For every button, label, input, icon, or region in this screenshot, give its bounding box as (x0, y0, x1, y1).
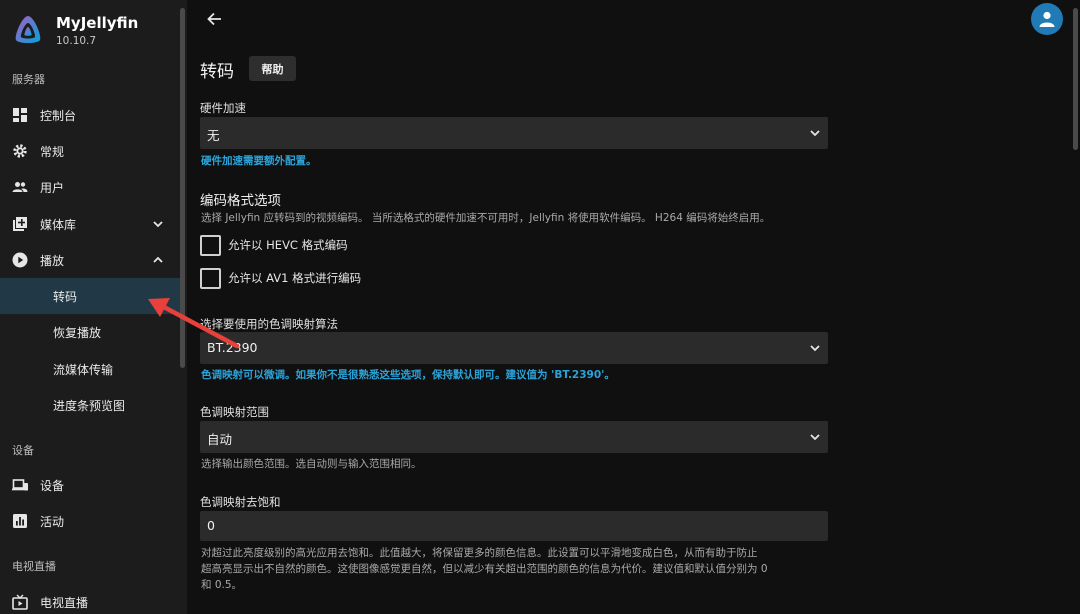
person-icon (1039, 11, 1055, 27)
hw-accel-value: 无 (207, 128, 220, 143)
app-name: MyJellyfin (56, 14, 139, 32)
tonemap-desat-value: 0 (207, 518, 215, 533)
tonemap-desat-note-line2: 超高亮显示出不自然的颜色。这使图像感觉更自然，但以减少有关超出范围的颜色的信息为… (201, 563, 768, 575)
sidebar-item-label: 媒体库 (40, 217, 77, 232)
play-circle-icon (12, 252, 28, 268)
sidebar-item-users[interactable]: 用户 (0, 169, 180, 205)
app-version: 10.10.7 (56, 35, 97, 47)
chevron-down-icon (810, 434, 820, 441)
tonemap-algo-select[interactable]: BT.2390 (200, 332, 828, 364)
user-avatar-button[interactable] (1031, 3, 1063, 35)
hevc-checkbox[interactable] (200, 234, 221, 256)
live-tv-icon (12, 594, 28, 610)
sidebar-subitem-label: 转码 (53, 289, 78, 304)
sidebar-subitem-label: 恢复播放 (53, 325, 102, 340)
hevc-checkbox-label: 允许以 HEVC 格式编码 (228, 238, 348, 252)
analytics-icon (12, 513, 28, 529)
chevron-down-icon (810, 345, 820, 352)
annotation-arrow-icon (148, 298, 240, 349)
sidebar-item-label: 电视直播 (40, 595, 89, 610)
sidebar-item-playback[interactable]: 播放 (0, 242, 180, 278)
help-button[interactable]: 帮助 (249, 56, 296, 81)
brand[interactable]: MyJellyfin 10.10.7 (12, 14, 182, 48)
jellyfin-logo-icon (15, 16, 41, 43)
hw-accel-select[interactable]: 无 (200, 117, 828, 149)
library-add-icon (12, 216, 28, 232)
sidebar-item-label: 控制台 (40, 108, 77, 123)
hevc-checkbox-row[interactable]: 允许以 HEVC 格式编码 (200, 234, 348, 256)
encoding-section-title: 编码格式选项 (200, 193, 281, 209)
section-server: 服务器 (12, 73, 45, 86)
sidebar-item-label: 活动 (40, 514, 65, 529)
hw-accel-label: 硬件加速 (200, 101, 246, 115)
section-live-tv: 电视直播 (12, 560, 56, 573)
devices-icon (12, 477, 28, 493)
chevron-up-icon (153, 256, 163, 263)
tonemap-desat-note-line3: 和 0.5。 (201, 579, 243, 591)
tonemap-algo-note: 色调映射可以微调。如果你不是很熟悉这些选项，保持默认即可。建议值为 'BT.23… (201, 369, 615, 381)
sidebar-subitem-label: 流媒体传输 (53, 362, 114, 377)
dashboard-icon (12, 107, 28, 123)
tonemap-range-select[interactable]: 自动 (200, 421, 828, 453)
av1-checkbox-row[interactable]: 允许以 AV1 格式进行编码 (200, 267, 361, 289)
sidebar-item-label: 设备 (40, 478, 65, 493)
sidebar-item-label: 播放 (40, 253, 65, 268)
sidebar-item-live-tv[interactable]: 电视直播 (0, 584, 180, 614)
back-arrow-icon[interactable] (205, 10, 225, 28)
gear-icon (12, 143, 28, 159)
sidebar-item-libraries[interactable]: 媒体库 (0, 206, 180, 242)
page-title: 转码 (200, 62, 234, 82)
av1-checkbox[interactable] (200, 267, 221, 289)
tonemap-desat-note-line1: 对超过此亮度级别的高光应用去饱和。此值越大，将保留更多的颜色信息。此设置可以平滑… (201, 547, 758, 559)
encoding-description: 选择 Jellyfin 应转码到的视频编码。 当所选格式的硬件加速不可用时，Je… (201, 212, 771, 224)
section-devices: 设备 (12, 444, 34, 457)
av1-checkbox-label: 允许以 AV1 格式进行编码 (228, 271, 362, 285)
tonemap-desat-label: 色调映射去饱和 (200, 495, 281, 509)
tonemap-desat-input[interactable]: 0 (200, 511, 828, 541)
sidebar-item-general[interactable]: 常规 (0, 133, 180, 169)
tonemap-range-value: 自动 (207, 432, 233, 447)
people-icon (12, 179, 28, 195)
sidebar-item-dashboard[interactable]: 控制台 (0, 97, 180, 133)
tonemap-range-note: 选择输出颜色范围。选自动则与输入范围相同。 (201, 458, 422, 470)
tonemap-range-label: 色调映射范围 (200, 405, 269, 419)
sidebar-item-activity[interactable]: 活动 (0, 503, 180, 539)
main-scrollbar[interactable] (1073, 8, 1078, 150)
sidebar-item-devices[interactable]: 设备 (0, 467, 180, 503)
hw-accel-note-link[interactable]: 硬件加速需要额外配置。 (201, 153, 317, 168)
sidebar-subitem-label: 进度条预览图 (53, 398, 126, 413)
sidebar-item-label: 常规 (40, 144, 65, 159)
sidebar-item-label: 用户 (40, 180, 65, 195)
chevron-down-icon (810, 130, 820, 137)
sidebar-subitem-trickplay[interactable]: 进度条预览图 (0, 387, 180, 423)
chevron-down-icon (153, 221, 163, 228)
